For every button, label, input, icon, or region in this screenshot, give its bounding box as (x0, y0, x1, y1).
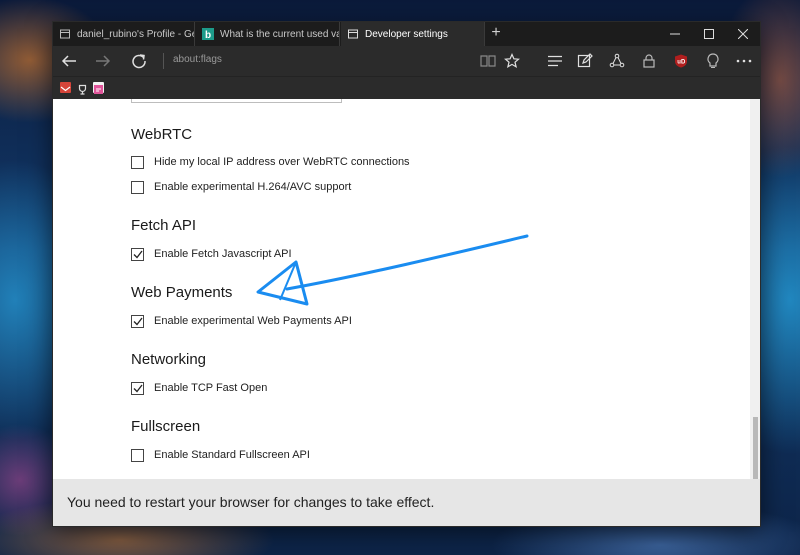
annotation-arrow (256, 234, 529, 306)
